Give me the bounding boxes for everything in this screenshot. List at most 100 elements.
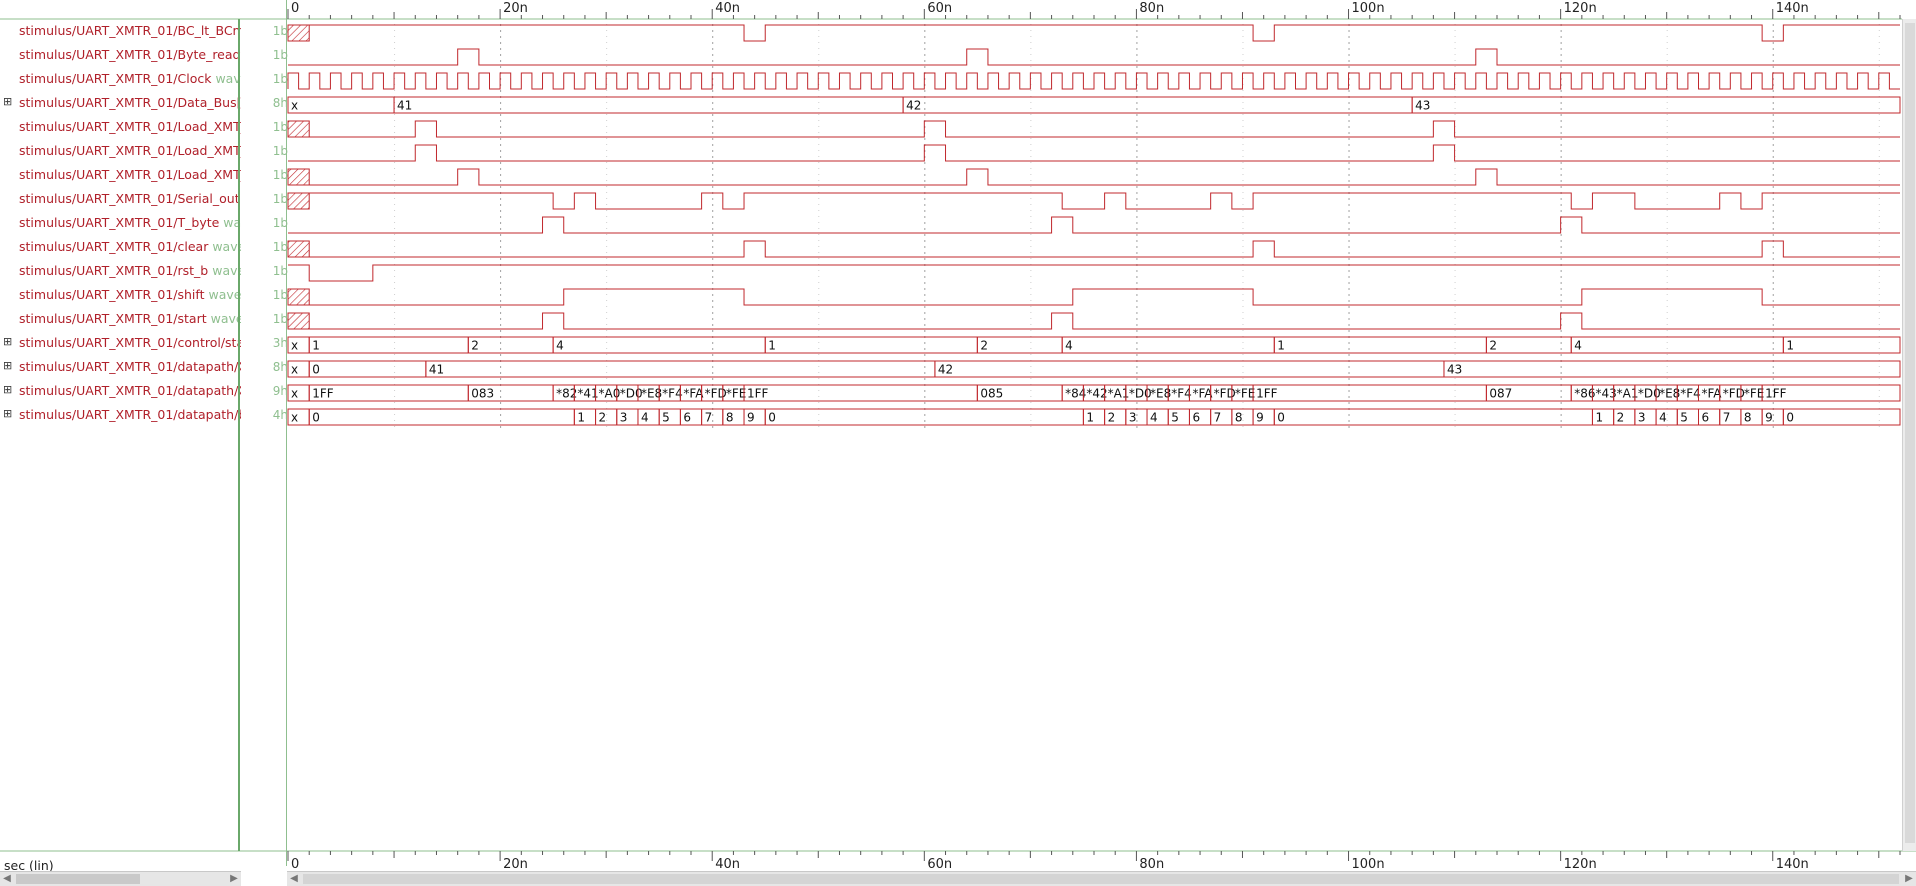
bit-waveform[interactable] bbox=[288, 144, 1900, 162]
bus-segment[interactable] bbox=[976, 336, 1063, 354]
signal-row[interactable]: ⊞ stimulus/UART_XMTR_01/control/state wav… bbox=[0, 332, 288, 352]
scroll-left-arrow-icon[interactable]: ◀ bbox=[287, 872, 301, 886]
top-ruler-label: 120n bbox=[1564, 1, 1597, 16]
signal-name[interactable]: stimulus/UART_XMTR_01/Serial_out wave bbox=[19, 192, 241, 206]
signal-row[interactable]: stimulus/UART_XMTR_01/rst_b wave 1b bbox=[0, 260, 288, 280]
signal-width: 1b bbox=[272, 24, 288, 38]
name-pane-divider[interactable] bbox=[238, 19, 240, 851]
signal-row[interactable]: ⊞ stimulus/UART_XMTR_01/datapath/XMT_shft… bbox=[0, 380, 288, 400]
signal-row[interactable]: stimulus/UART_XMTR_01/Clock wave 1b bbox=[0, 68, 288, 88]
bus-value-label: 4 bbox=[641, 411, 649, 425]
expand-plus-icon[interactable]: ⊞ bbox=[3, 96, 13, 108]
bus-segment[interactable] bbox=[1570, 336, 1784, 354]
signal-name[interactable]: stimulus/UART_XMTR_01/T_byte wave bbox=[19, 216, 241, 230]
signal-row[interactable]: stimulus/UART_XMTR_01/Byte_ready wave 1b bbox=[0, 44, 288, 64]
bit-waveform[interactable] bbox=[309, 24, 1900, 42]
bit-waveform[interactable] bbox=[309, 168, 1900, 186]
bus-segment[interactable] bbox=[1273, 336, 1487, 354]
signal-row[interactable]: stimulus/UART_XMTR_01/BC_lt_BCmax wave 1b bbox=[0, 20, 288, 40]
bit-waveform[interactable] bbox=[309, 312, 1900, 330]
signal-row[interactable]: ⊞ stimulus/UART_XMTR_01/datapath/XMT_data… bbox=[0, 356, 288, 376]
scrollbar-thumb[interactable] bbox=[1905, 23, 1915, 843]
bus-segment[interactable] bbox=[764, 408, 1084, 426]
signal-name[interactable]: stimulus/UART_XMTR_01/rst_b wave bbox=[19, 264, 241, 278]
bus-value-label: 0 bbox=[1277, 411, 1285, 425]
signal-row[interactable]: stimulus/UART_XMTR_01/T_byte wave 1b bbox=[0, 212, 288, 232]
bus-value-label: 9 bbox=[1256, 411, 1264, 425]
signal-name[interactable]: stimulus/UART_XMTR_01/datapath/XMT_datar… bbox=[19, 360, 241, 374]
bus-segment[interactable] bbox=[1782, 336, 1901, 354]
bus-segment[interactable] bbox=[308, 408, 575, 426]
signal-row[interactable]: stimulus/UART_XMTR_01/Load_XMT_datareg w… bbox=[0, 140, 288, 160]
signal-row[interactable]: ⊞ stimulus/UART_XMTR_01/datapath/bit_coun… bbox=[0, 404, 288, 424]
bus-segment[interactable] bbox=[902, 96, 1413, 114]
bus-segment[interactable] bbox=[287, 96, 395, 114]
signal-name[interactable]: stimulus/UART_XMTR_01/start wave bbox=[19, 312, 241, 326]
scroll-left-arrow-icon[interactable]: ◀ bbox=[0, 872, 14, 886]
signal-name[interactable]: stimulus/UART_XMTR_01/control/state wave bbox=[19, 336, 241, 350]
unknown-value-hatch bbox=[287, 240, 310, 258]
scrollbar-thumb[interactable] bbox=[303, 874, 1899, 884]
bus-segment[interactable] bbox=[1273, 408, 1593, 426]
unknown-value-hatch bbox=[287, 288, 310, 306]
expand-plus-icon[interactable]: ⊞ bbox=[3, 408, 13, 420]
bus-segment[interactable] bbox=[308, 336, 469, 354]
signal-name[interactable]: stimulus/UART_XMTR_01/datapath/bit_count… bbox=[19, 408, 241, 422]
signal-path: stimulus/UART_XMTR_01/datapath/XMT_shftr… bbox=[19, 384, 241, 398]
waveform-horizontal-scrollbar[interactable]: ◀ ▶ bbox=[287, 871, 1916, 886]
bit-waveform[interactable] bbox=[288, 48, 1900, 66]
bus-segment[interactable] bbox=[1411, 96, 1901, 114]
bus-segment[interactable] bbox=[308, 360, 427, 378]
signal-name[interactable]: stimulus/UART_XMTR_01/Load_XMT_DR wave bbox=[19, 120, 241, 134]
bus-segment[interactable] bbox=[1782, 408, 1901, 426]
bit-waveform[interactable] bbox=[288, 216, 1900, 234]
signal-name[interactable]: stimulus/UART_XMTR_01/Load_XMT_datareg w… bbox=[19, 144, 241, 158]
bit-waveform[interactable] bbox=[288, 264, 1900, 282]
scrollbar-thumb[interactable] bbox=[16, 874, 140, 884]
signal-name[interactable]: stimulus/UART_XMTR_01/Clock wave bbox=[19, 72, 241, 86]
scroll-right-arrow-icon[interactable]: ▶ bbox=[227, 872, 241, 886]
bus-segment[interactable] bbox=[1485, 336, 1572, 354]
bus-segment[interactable] bbox=[467, 336, 554, 354]
signal-width: 1b bbox=[272, 48, 288, 62]
signal-row[interactable]: stimulus/UART_XMTR_01/clear wave 1b bbox=[0, 236, 288, 256]
bit-waveform[interactable] bbox=[309, 288, 1900, 306]
bus-segment[interactable] bbox=[552, 336, 766, 354]
clock-waveform[interactable] bbox=[287, 72, 1900, 90]
bit-waveform[interactable] bbox=[309, 192, 1900, 210]
bus-segment[interactable] bbox=[743, 384, 978, 402]
bit-waveform[interactable] bbox=[309, 120, 1900, 138]
signal-name[interactable]: stimulus/UART_XMTR_01/Load_XMT_shftreg w… bbox=[19, 168, 241, 182]
signal-width: 1b bbox=[272, 144, 288, 158]
signal-row[interactable]: stimulus/UART_XMTR_01/Serial_out wave 1b bbox=[0, 188, 288, 208]
bus-segment[interactable] bbox=[393, 96, 904, 114]
bottom-ruler-label: 20n bbox=[503, 857, 528, 872]
signal-name[interactable]: stimulus/UART_XMTR_01/BC_lt_BCmax wave bbox=[19, 24, 241, 38]
signal-row[interactable]: ⊞ stimulus/UART_XMTR_01/Data_Bus[7:0] wav… bbox=[0, 92, 288, 112]
waveform-vertical-scrollbar[interactable] bbox=[1902, 19, 1916, 851]
signal-name[interactable]: stimulus/UART_XMTR_01/shift wave bbox=[19, 288, 241, 302]
signal-name[interactable]: stimulus/UART_XMTR_01/Data_Bus[7:0] wave bbox=[19, 96, 241, 110]
expand-plus-icon[interactable]: ⊞ bbox=[3, 360, 13, 372]
signal-row[interactable]: stimulus/UART_XMTR_01/Load_XMT_shftreg w… bbox=[0, 164, 288, 184]
expand-plus-icon[interactable]: ⊞ bbox=[3, 336, 13, 348]
signal-row[interactable]: stimulus/UART_XMTR_01/shift wave 1b bbox=[0, 284, 288, 304]
bus-segment[interactable] bbox=[1061, 336, 1275, 354]
signal-name[interactable]: stimulus/UART_XMTR_01/datapath/XMT_shftr… bbox=[19, 384, 241, 398]
bus-segment[interactable] bbox=[764, 336, 978, 354]
signal-name[interactable]: stimulus/UART_XMTR_01/Byte_ready wave bbox=[19, 48, 241, 62]
signal-row[interactable]: stimulus/UART_XMTR_01/start wave 1b bbox=[0, 308, 288, 328]
name-pane-scrollbar[interactable]: ◀ ▶ bbox=[0, 871, 241, 886]
signal-row[interactable]: stimulus/UART_XMTR_01/Load_XMT_DR wave 1b bbox=[0, 116, 288, 136]
bus-segment[interactable] bbox=[1252, 384, 1487, 402]
top-ruler-label: 60n bbox=[927, 1, 952, 16]
bus-segment[interactable] bbox=[934, 360, 1445, 378]
signal-name[interactable]: stimulus/UART_XMTR_01/clear wave bbox=[19, 240, 241, 254]
expand-plus-icon[interactable]: ⊞ bbox=[3, 384, 13, 396]
bus-segment[interactable] bbox=[425, 360, 936, 378]
top-ruler-label: 0 bbox=[291, 1, 299, 16]
bit-waveform[interactable] bbox=[309, 240, 1900, 258]
bus-segment[interactable] bbox=[1443, 360, 1901, 378]
scroll-right-arrow-icon[interactable]: ▶ bbox=[1902, 872, 1916, 886]
value-pane-divider[interactable] bbox=[286, 0, 287, 866]
